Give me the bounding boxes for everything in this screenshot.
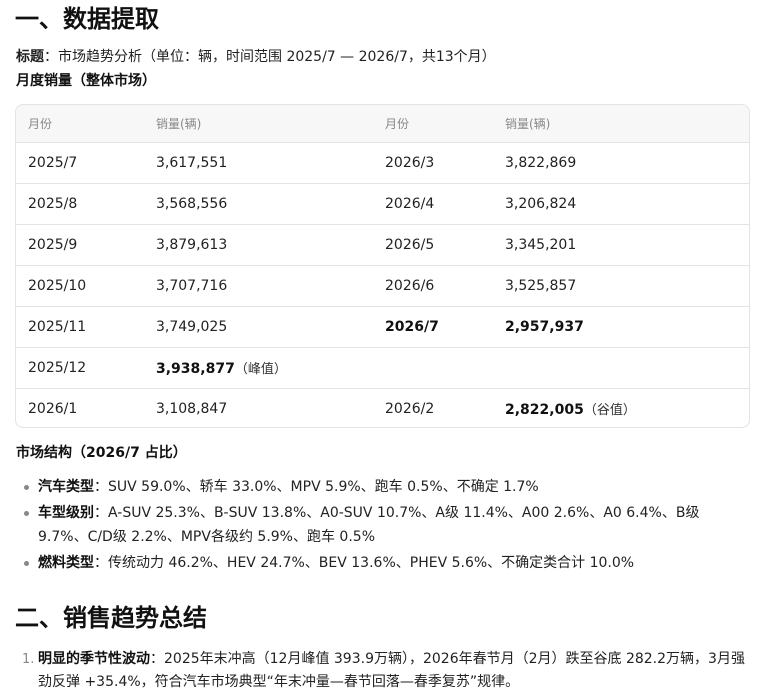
month-cell: 2025/8 bbox=[16, 182, 156, 224]
month-cell-latest: 2026/7 bbox=[385, 305, 505, 347]
table-row: 2026/1 3,108,847 2026/2 2,822,005（谷值） bbox=[16, 387, 749, 427]
month-cell: 2025/11 bbox=[16, 305, 156, 347]
month-cell: 2026/2 bbox=[385, 387, 505, 427]
bullet-icon bbox=[24, 561, 29, 566]
table-row: 2025/7 3,617,551 2026/3 3,822,869 bbox=[16, 142, 749, 183]
sales-cell: 3,617,551 bbox=[156, 154, 228, 171]
sales-cell bbox=[505, 346, 749, 388]
section-heading-data-extraction: 一、数据提取 bbox=[15, 5, 159, 33]
month-cell: 2025/9 bbox=[16, 223, 156, 265]
list-item: 燃料类型：传统动力 46.2%、HEV 24.7%、BEV 13.6%、PHEV… bbox=[16, 551, 746, 575]
document-page: 一、数据提取 标题：市场趋势分析（单位：辆，时间范围 2025/7 — 2026… bbox=[0, 0, 764, 694]
title-line: 标题：市场趋势分析（单位：辆，时间范围 2025/7 — 2026/7，共13个… bbox=[16, 46, 496, 68]
month-cell: 2026/3 bbox=[385, 154, 435, 171]
month-cell: 2025/12 bbox=[16, 346, 156, 388]
month-cell: 2026/1 bbox=[16, 387, 156, 427]
monthly-sales-table: 月份 销量(辆) 月份 销量(辆) 2025/7 3,617,551 2026/… bbox=[15, 104, 750, 428]
list-number: 1. bbox=[22, 652, 35, 667]
section-heading-sales-trend: 二、销售趋势总结 bbox=[15, 604, 207, 632]
sales-cell-peak: 3,938,877（峰值） bbox=[156, 346, 385, 388]
bullet-icon bbox=[24, 485, 29, 490]
trough-note: （谷值） bbox=[583, 403, 636, 419]
sales-cell-trough: 2,822,005（谷值） bbox=[505, 387, 749, 427]
month-cell: 2025/7 bbox=[28, 154, 78, 171]
column-header-sales: 销量(辆) bbox=[505, 105, 749, 143]
title-label: 标题 bbox=[16, 49, 44, 65]
sales-cell: 3,345,201 bbox=[505, 223, 749, 265]
column-header-sales: 销量(辆) bbox=[156, 105, 385, 143]
sales-cell: 3,822,869 bbox=[505, 154, 577, 171]
month-cell: 2026/6 bbox=[385, 264, 505, 306]
list-item: 车型级别：A-SUV 25.3%、B-SUV 13.8%、A0-SUV 10.7… bbox=[16, 501, 746, 549]
month-cell: 2026/5 bbox=[385, 223, 505, 265]
sales-cell: 3,568,556 bbox=[156, 182, 385, 224]
list-item: 汽车类型：SUV 59.0%、轿车 33.0%、MPV 5.9%、跑车 0.5%… bbox=[16, 475, 746, 499]
market-structure-list: 汽车类型：SUV 59.0%、轿车 33.0%、MPV 5.9%、跑车 0.5%… bbox=[16, 475, 746, 577]
trend-summary-list: 1. 明显的季节性波动：2025年末冲高（12月峰值 393.9万辆），2026年… bbox=[16, 648, 746, 694]
column-header-month: 月份 bbox=[16, 105, 156, 143]
table-header-row: 月份 销量(辆) 月份 销量(辆) bbox=[16, 105, 749, 143]
table-row: 2025/9 3,879,613 2026/5 3,345,201 bbox=[16, 223, 749, 265]
sales-cell-latest: 2,957,937 bbox=[505, 305, 749, 347]
month-cell: 2026/4 bbox=[385, 182, 505, 224]
bullet-icon bbox=[24, 511, 29, 516]
sales-cell: 3,108,847 bbox=[156, 387, 385, 427]
sales-cell: 3,879,613 bbox=[156, 223, 385, 265]
sales-cell: 3,707,716 bbox=[156, 264, 385, 306]
month-cell bbox=[385, 346, 505, 388]
sales-cell: 3,749,025 bbox=[156, 305, 385, 347]
list-item: 1. 明显的季节性波动：2025年末冲高（12月峰值 393.9万辆），2026年… bbox=[16, 648, 746, 694]
peak-note: （峰值） bbox=[234, 362, 287, 377]
title-text: ：市场趋势分析（单位：辆，时间范围 2025/7 — 2026/7，共13个月） bbox=[44, 49, 496, 65]
table-row: 2025/10 3,707,716 2026/6 3,525,857 bbox=[16, 264, 749, 306]
table-row: 2025/11 3,749,025 2026/7 2,957,937 bbox=[16, 305, 749, 347]
sales-cell: 3,525,857 bbox=[505, 264, 749, 306]
table-row: 2025/12 3,938,877（峰值） bbox=[16, 346, 749, 388]
market-structure-heading: 市场结构（2026/7 占比） bbox=[16, 445, 187, 461]
column-header-month: 月份 bbox=[385, 105, 505, 143]
sales-cell: 3,206,824 bbox=[505, 182, 749, 224]
table-row: 2025/8 3,568,556 2026/4 3,206,824 bbox=[16, 182, 749, 224]
month-cell: 2025/10 bbox=[16, 264, 156, 306]
monthly-sales-heading: 月度销量（整体市场） bbox=[16, 73, 156, 89]
